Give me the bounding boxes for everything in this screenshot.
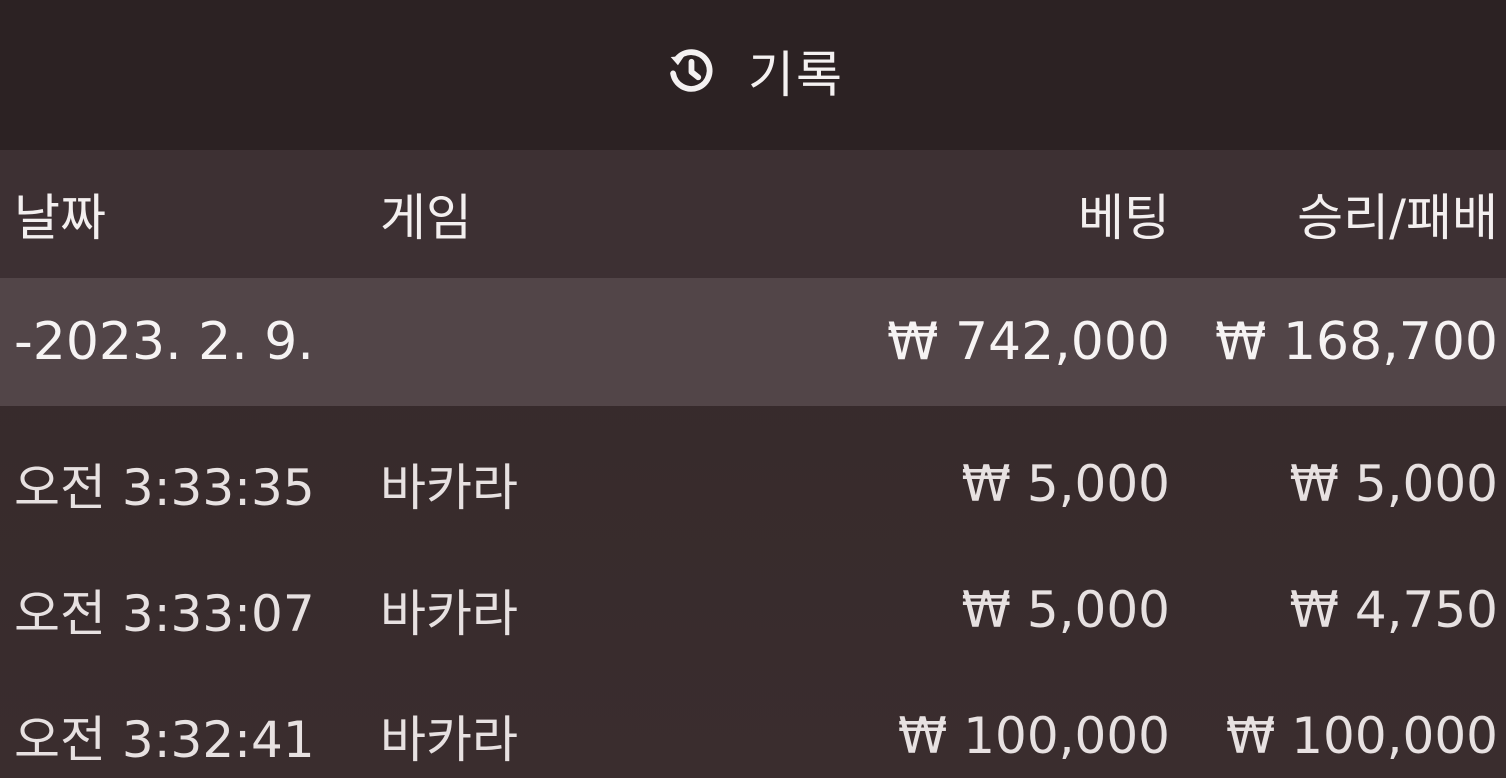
row-result: ₩ 100,000 xyxy=(1225,707,1498,765)
title-bar: 기록 xyxy=(0,0,1506,150)
row-time: 오전 3:33:35 xyxy=(14,459,315,517)
title-group: 기록 xyxy=(662,35,844,107)
date-summary-row[interactable]: -2023. 2. 9. ₩ 742,000 ₩ 168,700 xyxy=(0,278,1506,406)
row-result: ₩ 5,000 xyxy=(1289,455,1498,513)
table-row[interactable]: 오전 3:33:35 바카라 ₩ 5,000 ₩ 5,000 xyxy=(0,420,1506,548)
row-game: 바카라 xyxy=(380,459,518,517)
column-header-date[interactable]: 날짜 xyxy=(14,150,106,278)
row-bet: ₩ 100,000 xyxy=(897,707,1170,765)
row-game: 바카라 xyxy=(380,711,518,769)
row-bet: ₩ 5,000 xyxy=(961,581,1170,639)
history-screen: 기록 날짜 게임 베팅 승리/패배 -2023. 2. 9. ₩ 742,000… xyxy=(0,0,1506,778)
column-header-bet[interactable]: 베팅 xyxy=(1078,150,1170,278)
column-header-result[interactable]: 승리/패배 xyxy=(1297,150,1498,278)
summary-bet-total: ₩ 742,000 xyxy=(887,312,1170,372)
row-game: 바카라 xyxy=(380,585,518,643)
row-result: ₩ 4,750 xyxy=(1289,581,1498,639)
row-time: 오전 3:32:41 xyxy=(14,711,315,769)
table-row[interactable]: 오전 3:32:41 바카라 ₩ 100,000 ₩ 100,000 xyxy=(0,672,1506,778)
row-time: 오전 3:33:07 xyxy=(14,585,315,643)
table-row[interactable]: 오전 3:33:07 바카라 ₩ 5,000 ₩ 4,750 xyxy=(0,546,1506,674)
column-header-game[interactable]: 게임 xyxy=(380,150,472,278)
summary-result-total: ₩ 168,700 xyxy=(1215,312,1498,372)
column-header-row: 날짜 게임 베팅 승리/패배 xyxy=(0,150,1506,278)
history-icon xyxy=(670,49,713,92)
summary-date: -2023. 2. 9. xyxy=(14,312,314,372)
row-bet: ₩ 5,000 xyxy=(961,455,1170,513)
page-title: 기록 xyxy=(748,46,844,104)
